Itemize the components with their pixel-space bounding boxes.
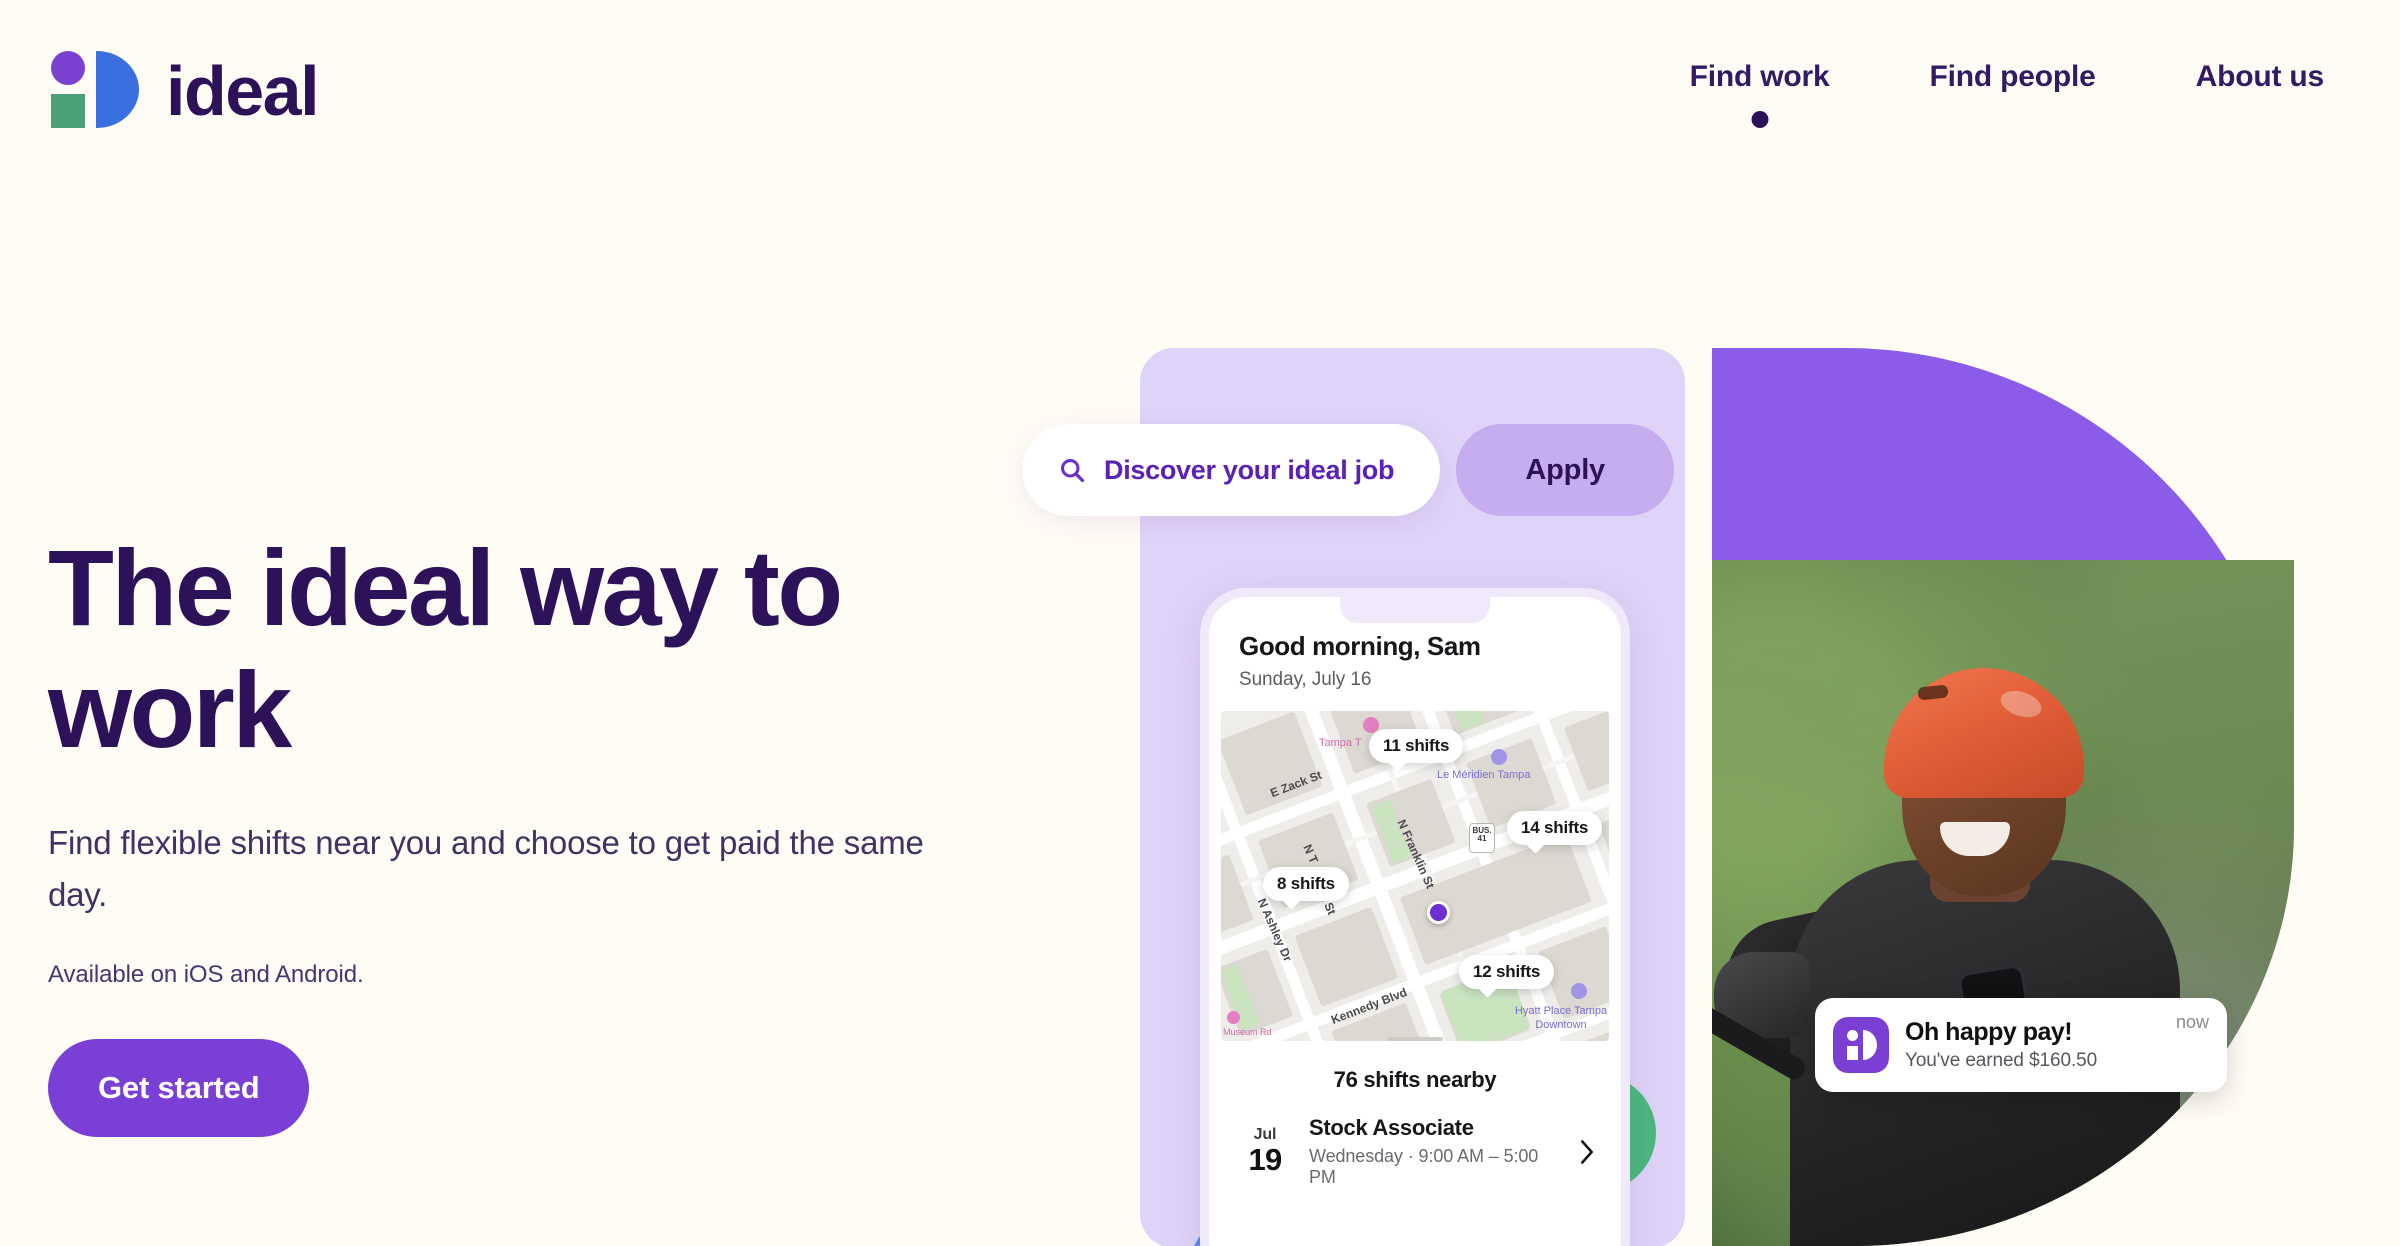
poi-label-le-meridien-tampa: Le Méridien Tampa — [1437, 769, 1531, 781]
ideal-app-icon — [1833, 1017, 1889, 1073]
poi-marker-le-meridien-icon — [1491, 749, 1507, 765]
toast-timestamp: now — [2175, 1012, 2209, 1032]
courier-photo — [1712, 560, 2294, 1246]
brand-wordmark: ideal — [166, 52, 320, 130]
search-placeholder-text: Discover your ideal job — [1104, 454, 1395, 485]
job-search-row: Discover your ideal job Apply — [1022, 424, 1675, 516]
hero-subtitle: Find flexible shifts near you and choose… — [48, 824, 924, 914]
chevron-right-icon — [1581, 1139, 1593, 1164]
shift-map[interactable]: E Zack St N Franklin St N T a St N Ashle… — [1221, 711, 1609, 1041]
shift-list-item[interactable]: Jul 19 Stock Associate Wednesday · 9:00 … — [1209, 1093, 1621, 1188]
search-icon — [1061, 459, 1085, 483]
poi-label-tampa-t: Tampa T — [1319, 737, 1362, 749]
page-title: The ideal way to work — [48, 527, 843, 771]
apply-button[interactable]: Apply — [1456, 424, 1675, 516]
bottom-sheet-handle[interactable] — [1387, 1037, 1443, 1041]
payment-notification-toast[interactable]: Oh happy pay! You've earned $160.50 now — [1815, 998, 2227, 1092]
phone-screen: Good morning, Sam Sunday, July 16 E Zack… — [1209, 597, 1621, 1246]
search-input[interactable]: Discover your ideal job — [1022, 424, 1441, 516]
map-shift-pill-8[interactable]: 8 shifts — [1263, 867, 1349, 901]
greeting-date: Sunday, July 16 — [1239, 669, 1372, 690]
phone-notch — [1340, 597, 1490, 623]
logo-square-icon — [51, 94, 85, 128]
get-started-button[interactable]: Get started — [48, 1039, 310, 1138]
shift-title: Stock Associate — [1309, 1115, 1474, 1140]
current-location-marker — [1427, 901, 1450, 924]
toast-title: Oh happy pay! — [1905, 1018, 2073, 1046]
poi-label-museum-rd: Museum Rd — [1223, 1027, 1272, 1037]
highway-shield-icon: BUS. 41 — [1469, 823, 1495, 853]
app-icon-square — [1847, 1046, 1858, 1060]
map-shift-pill-12[interactable]: 12 shifts — [1459, 955, 1555, 989]
phone-mockup: Good morning, Sam Sunday, July 16 E Zack… — [1200, 588, 1630, 1246]
shift-time: Wednesday · 9:00 AM – 5:00 PM — [1309, 1146, 1539, 1187]
map-shift-pill-11[interactable]: 11 shifts — [1369, 729, 1464, 763]
hero-visual: Discover your ideal job Apply Good morni… — [1022, 0, 2400, 1246]
brand-logo[interactable]: ideal — [48, 50, 320, 130]
ideal-logo-icon — [48, 50, 140, 128]
hero-availability-note: Available on iOS and Android. — [48, 961, 364, 989]
landing-page: ideal Find work Find people About us The… — [0, 0, 2400, 1246]
map-shift-pill-14[interactable]: 14 shifts — [1507, 811, 1603, 845]
logo-d-icon — [96, 51, 139, 128]
shift-info: Stock Associate Wednesday · 9:00 AM – 5:… — [1309, 1115, 1561, 1188]
greeting-title: Good morning, Sam — [1239, 631, 1481, 661]
app-icon-dot — [1847, 1030, 1858, 1041]
hero-copy: The ideal way to work Find flexible shif… — [48, 527, 1008, 1138]
photo-clip — [1712, 560, 2294, 1246]
toast-subtitle: You've earned $160.50 — [1905, 1050, 2098, 1071]
logo-circle-icon — [51, 51, 85, 85]
toast-body: Oh happy pay! You've earned $160.50 — [1905, 1018, 2160, 1072]
poi-label-hyatt-place-tampa-downtown: Hyatt Place Tampa Downtown — [1514, 1005, 1608, 1031]
poi-marker-museum-icon — [1227, 1011, 1240, 1024]
shift-day: 19 — [1248, 1142, 1283, 1178]
shift-date: Jul 19 — [1239, 1126, 1291, 1177]
poi-marker-hyatt-icon — [1571, 983, 1587, 999]
app-icon-d — [1863, 1030, 1877, 1060]
nearby-shifts-header: 76 shifts nearby — [1333, 1067, 1497, 1092]
